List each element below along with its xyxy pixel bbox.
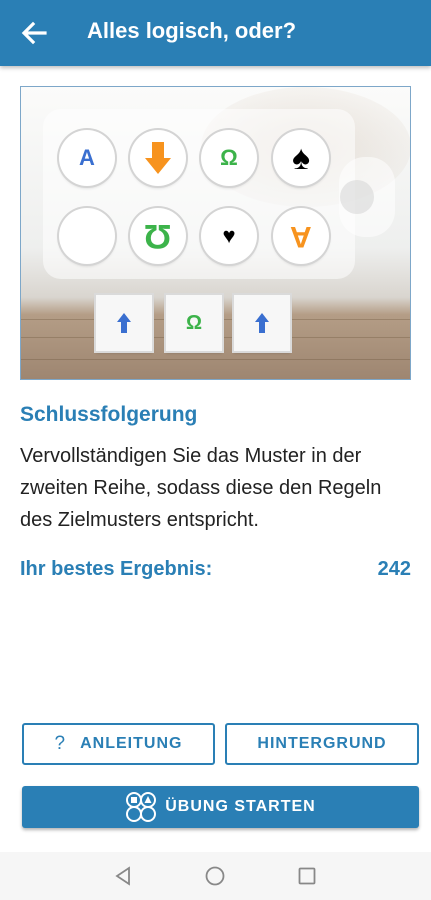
arrow-left-icon[interactable] xyxy=(18,17,50,49)
spade-icon: ♠ xyxy=(273,130,329,186)
inverted-a-symbol: A xyxy=(273,208,329,264)
shapes-icon xyxy=(126,792,157,822)
target-symbol-a: A xyxy=(59,130,115,186)
question-icon: ? xyxy=(54,733,67,754)
heart-icon: ♥ xyxy=(201,208,257,264)
app-bar: Alles logisch, oder? xyxy=(0,0,431,66)
nav-back-icon[interactable] xyxy=(113,866,133,886)
arrow-up-icon xyxy=(234,295,290,351)
nav-home-icon[interactable] xyxy=(205,866,225,886)
best-score-value: 242 xyxy=(377,558,411,580)
exercise-preview-image: A Ω ♠ Ω ♥ A Ω xyxy=(20,86,411,380)
exercise-category: Schlussfolgerung xyxy=(20,403,198,426)
exercise-description: Vervollständigen Sie das Muster in der z… xyxy=(20,445,382,531)
page-title: Alles logisch, oder? xyxy=(87,18,297,43)
arrow-down-icon xyxy=(130,130,186,186)
start-exercise-label: ÜBUNG STARTEN xyxy=(165,798,316,815)
nav-recents-icon[interactable] xyxy=(298,867,316,885)
target-symbol-omega: Ω xyxy=(201,130,257,186)
tile-omega: Ω xyxy=(166,295,222,351)
background-button[interactable]: HINTERGRUND xyxy=(225,723,419,765)
start-exercise-button[interactable]: ÜBUNG STARTEN xyxy=(22,786,419,828)
empty-slot xyxy=(59,208,115,264)
best-score-label: Ihr bestes Ergebnis: xyxy=(20,558,213,580)
arrow-up-icon xyxy=(96,295,152,351)
instructions-button[interactable]: ? ANLEITUNG xyxy=(22,723,215,765)
background-label: HINTERGRUND xyxy=(257,735,387,752)
instructions-label: ANLEITUNG xyxy=(80,735,183,752)
inverted-omega-symbol: Ω xyxy=(130,208,186,264)
system-navigation-bar xyxy=(0,852,431,900)
